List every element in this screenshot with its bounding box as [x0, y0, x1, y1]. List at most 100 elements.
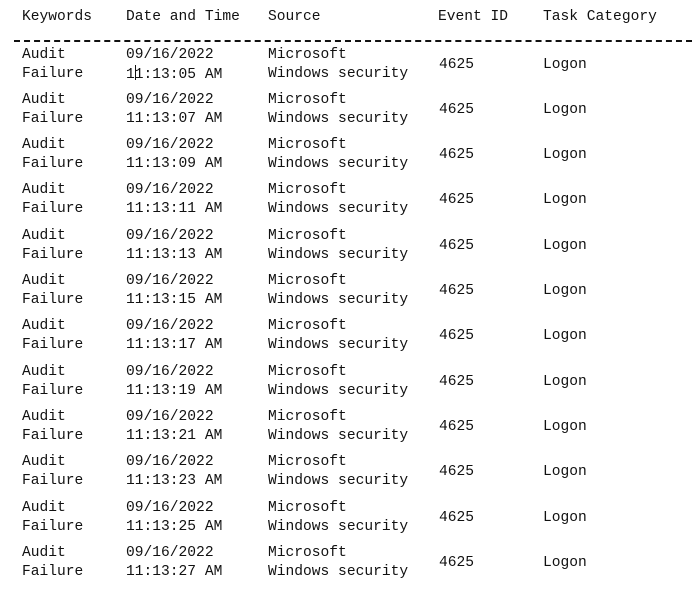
event-id-cell-line: 4625: [439, 283, 475, 299]
task-category-cell-line: Logon: [543, 283, 587, 299]
table-row[interactable]: Audit Failure 09/16/2022 11:13:19 AM Microso…: [0, 363, 692, 407]
event-id-cell: 4625: [439, 373, 474, 392]
keywords-cell: Audit Failure: [22, 499, 83, 537]
source-cell-line: Windows security: [268, 111, 409, 127]
event-id-cell-line: 4625: [439, 57, 475, 73]
source-cell-line: Windows security: [268, 564, 409, 580]
date-time-cell: 09/16/2022 11:13:07 AM: [126, 91, 222, 129]
source-cell-line: Windows security: [268, 292, 409, 308]
source-cell: Microsoft Windows security: [268, 544, 408, 582]
keywords-cell-line: Failure: [22, 564, 84, 580]
date-time-cell-line: 09/16/2022: [126, 137, 214, 153]
task-category-cell: Logon: [543, 373, 587, 392]
source-cell-line: Windows security: [268, 337, 409, 353]
source-cell-line: Windows security: [268, 473, 409, 489]
source-cell-line: Microsoft: [268, 137, 347, 153]
keywords-cell: Audit Failure: [22, 272, 83, 310]
table-row[interactable]: Audit Failure 09/16/2022 11:13:21 AM Microso…: [0, 408, 692, 452]
source-cell: Microsoft Windows security: [268, 363, 408, 401]
table-row[interactable]: Audit Failure 09/16/2022 11:13:27 AM Microso…: [0, 544, 692, 588]
source-cell: Microsoft Windows security: [268, 227, 408, 265]
event-id-cell: 4625: [439, 146, 474, 165]
table-row[interactable]: Audit Failure 09/16/2022 11:13:15 AM Microso…: [0, 272, 692, 316]
event-id-cell-line: 4625: [439, 147, 475, 163]
event-id-cell-line: 4625: [439, 510, 475, 526]
task-category-cell-line: Logon: [543, 57, 587, 73]
date-time-cell-line: 09/16/2022: [126, 228, 214, 244]
task-category-cell: Logon: [543, 282, 587, 301]
date-time-cell: 09/16/2022 11:13:05 AM: [126, 46, 222, 85]
keywords-cell-line: Failure: [22, 519, 84, 535]
source-cell-line: Microsoft: [268, 454, 347, 470]
date-time-cell: 09/16/2022 11:13:19 AM: [126, 363, 222, 401]
keywords-cell-line: Audit: [22, 92, 66, 108]
date-time-cell-line: 09/16/2022: [126, 545, 214, 561]
event-id-cell-line: 4625: [439, 238, 475, 254]
date-time-cell-line: 09/16/2022: [126, 500, 214, 516]
table-row[interactable]: Audit Failure 09/16/2022 11:13:07 AM Microso…: [0, 91, 692, 135]
date-time-cell-line: 09/16/2022: [126, 273, 214, 289]
source-cell-line: Windows security: [268, 201, 409, 217]
task-category-cell: Logon: [543, 463, 587, 482]
task-category-cell: Logon: [543, 418, 587, 437]
date-time-cell: 09/16/2022 11:13:21 AM: [126, 408, 222, 446]
source-cell: Microsoft Windows security: [268, 91, 408, 129]
event-id-cell: 4625: [439, 554, 474, 573]
source-cell-line: Microsoft: [268, 228, 347, 244]
header-event-id: Event ID: [438, 9, 509, 25]
date-time-cell-line: 09/16/2022: [126, 454, 214, 470]
source-cell-line: Microsoft: [268, 92, 347, 108]
source-cell-line: Windows security: [268, 156, 409, 172]
keywords-cell-line: Failure: [22, 337, 84, 353]
task-category-cell: Logon: [543, 237, 587, 256]
table-row[interactable]: Audit Failure 09/16/2022 11:13:25 AM Microso…: [0, 499, 692, 543]
source-cell-line: Windows security: [268, 383, 409, 399]
date-time-cell-line: 11:13:19 AM: [126, 383, 223, 399]
event-id-cell: 4625: [439, 463, 474, 482]
keywords-cell-line: Audit: [22, 47, 66, 63]
table-row[interactable]: Audit Failure 09/16/2022 11:13:11 AM Microso…: [0, 181, 692, 225]
date-time-cell: 09/16/2022 11:13:15 AM: [126, 272, 222, 310]
task-category-cell-line: Logon: [543, 238, 587, 254]
task-category-cell-line: Logon: [543, 419, 587, 435]
date-time-cell-line: 11:13:07 AM: [126, 111, 223, 127]
date-time-cell: 09/16/2022 11:13:25 AM: [126, 499, 222, 537]
task-category-cell: Logon: [543, 101, 587, 120]
task-category-cell: Logon: [543, 327, 587, 346]
task-category-cell-line: Logon: [543, 192, 587, 208]
event-id-cell-line: 4625: [439, 374, 475, 390]
event-id-cell-line: 4625: [439, 419, 475, 435]
date-time-cell-line: 09/16/2022: [126, 92, 214, 108]
table-row[interactable]: Audit Failure 09/16/2022 11:13:05 AM Microso…: [0, 46, 692, 90]
header-separator: [14, 40, 692, 42]
task-category-cell-line: Logon: [543, 328, 587, 344]
date-time-cell: 09/16/2022 11:13:27 AM: [126, 544, 222, 582]
keywords-cell-line: Audit: [22, 364, 66, 380]
table-row[interactable]: Audit Failure 09/16/2022 11:13:09 AM Microso…: [0, 136, 692, 180]
source-cell: Microsoft Windows security: [268, 272, 408, 310]
source-cell-line: Microsoft: [268, 545, 347, 561]
keywords-cell-line: Audit: [22, 137, 66, 153]
date-time-cell-line: 11:13:09 AM: [126, 156, 223, 172]
task-category-cell-line: Logon: [543, 374, 587, 390]
event-id-cell-line: 4625: [439, 464, 475, 480]
table-row[interactable]: Audit Failure 09/16/2022 11:13:17 AM Microso…: [0, 317, 692, 361]
task-category-cell-line: Logon: [543, 102, 587, 118]
keywords-cell: Audit Failure: [22, 181, 83, 219]
keywords-cell: Audit Failure: [22, 227, 83, 265]
date-time-cell-line: 09/16/2022: [126, 318, 214, 334]
event-id-cell: 4625: [439, 56, 474, 75]
event-id-cell: 4625: [439, 418, 474, 437]
table-row[interactable]: Audit Failure 09/16/2022 11:13:13 AM Microso…: [0, 227, 692, 271]
keywords-cell: Audit Failure: [22, 91, 83, 129]
table-row[interactable]: Audit Failure 09/16/2022 11:13:23 AM Microso…: [0, 453, 692, 497]
keywords-cell-line: Audit: [22, 318, 66, 334]
header-source: Source: [268, 9, 321, 25]
keywords-cell: Audit Failure: [22, 136, 83, 174]
date-time-cell-line: 11:13:05 AM: [126, 65, 223, 83]
keywords-cell-line: Failure: [22, 201, 84, 217]
task-category-cell: Logon: [543, 509, 587, 528]
source-cell-line: Microsoft: [268, 318, 347, 334]
event-id-cell: 4625: [439, 282, 474, 301]
keywords-cell: Audit Failure: [22, 408, 83, 446]
